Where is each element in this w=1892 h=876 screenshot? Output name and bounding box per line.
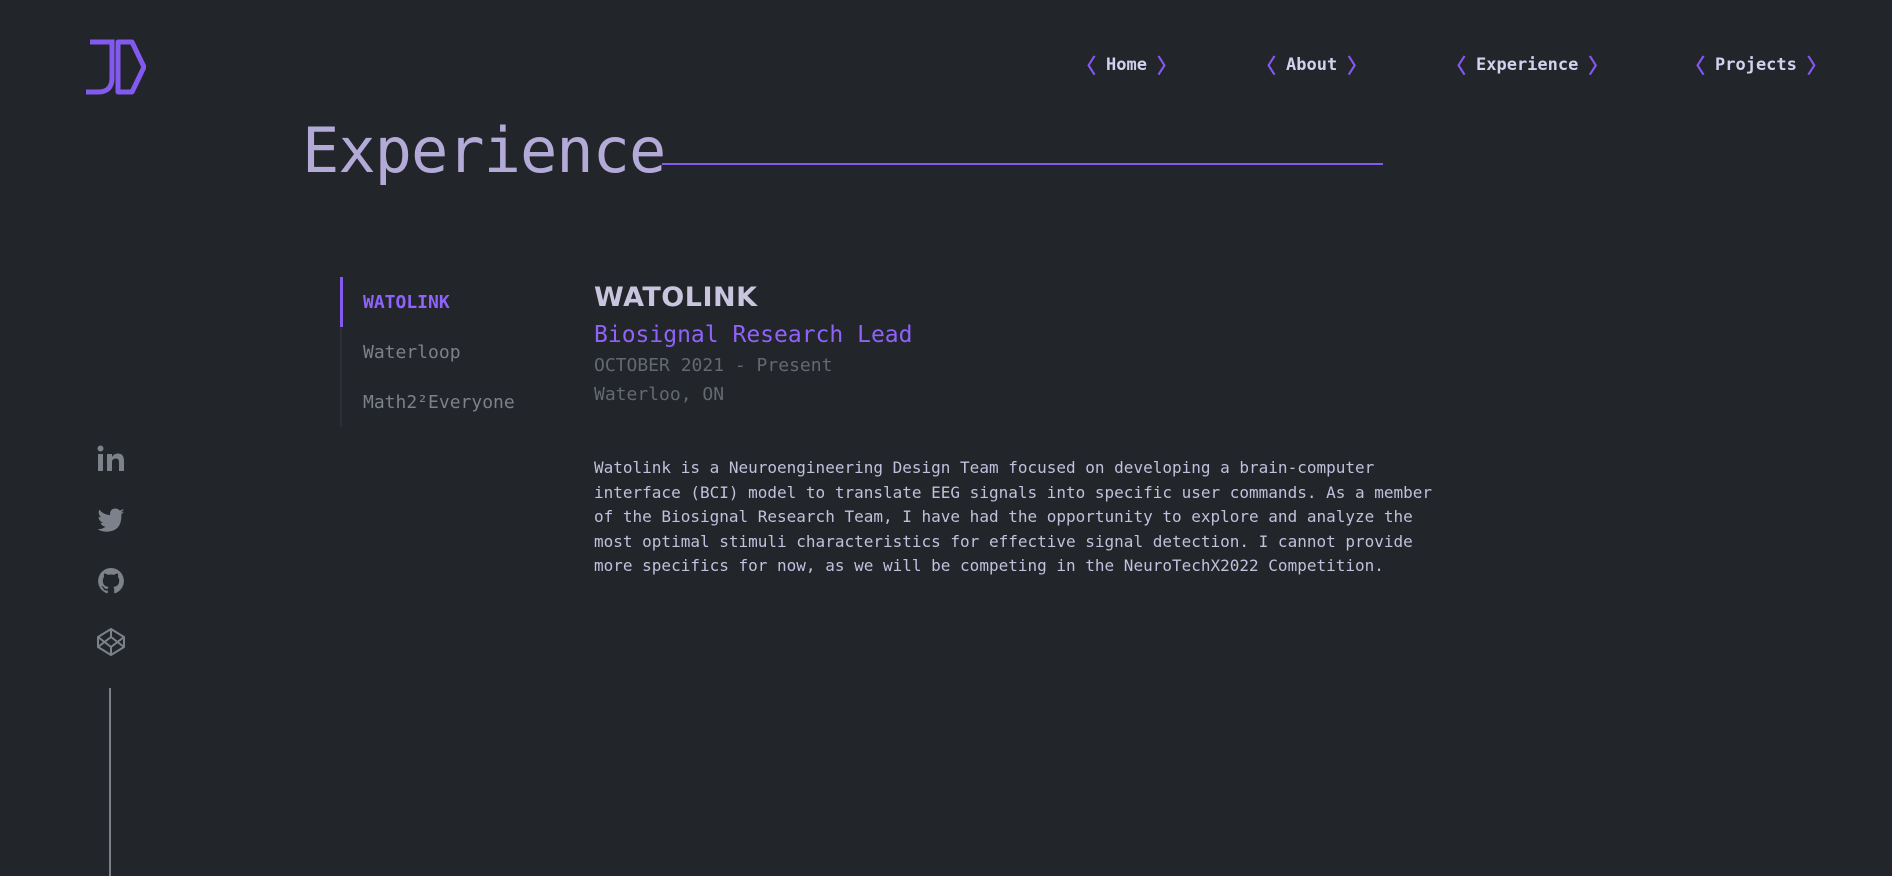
nav-projects-link[interactable]: 〈 Projects 〉 <box>1685 50 1827 79</box>
tab-waterloop[interactable]: Waterloop <box>363 342 461 363</box>
bracket-close: 〉 <box>1588 54 1609 78</box>
tab-math2everyone[interactable]: Math2²Everyone <box>363 392 515 413</box>
bracket-open: 〈 <box>1076 54 1096 78</box>
page-title: Experience <box>302 114 666 187</box>
nav-experience-link[interactable]: 〈 Experience 〉 <box>1446 50 1608 79</box>
nav-home-label: Home <box>1106 54 1147 75</box>
nav-experience-label: Experience <box>1476 54 1579 75</box>
bracket-close: 〉 <box>1806 54 1827 78</box>
nav-home-link[interactable]: 〈 Home 〉 <box>1076 50 1177 79</box>
bracket-open: 〈 <box>1446 54 1466 78</box>
jd-logo-icon[interactable] <box>82 38 146 96</box>
bracket-open: 〈 <box>1685 54 1705 78</box>
linkedin-icon[interactable] <box>96 444 126 474</box>
bracket-close: 〉 <box>1156 54 1177 78</box>
bracket-open: 〈 <box>1256 54 1276 78</box>
nav-about-label: About <box>1286 54 1338 75</box>
tab-active-indicator <box>340 277 343 327</box>
job-date: OCTOBER 2021 - Present <box>594 355 833 376</box>
bracket-close: 〉 <box>1347 54 1368 78</box>
tab-watolink[interactable]: WATOLINK <box>363 292 450 313</box>
codepen-icon[interactable] <box>96 627 126 657</box>
nav-projects-label: Projects <box>1715 54 1797 75</box>
job-role: Biosignal Research Lead <box>594 322 913 348</box>
github-icon[interactable] <box>96 566 126 596</box>
nav-about-link[interactable]: 〈 About 〉 <box>1256 50 1367 79</box>
job-description: Watolink is a Neuroengineering Design Te… <box>594 458 1433 575</box>
job-location: Waterloo, ON <box>594 384 725 405</box>
social-vertical-line <box>109 688 111 876</box>
job-company: WATOLINK <box>594 282 758 313</box>
title-divider <box>662 163 1383 165</box>
twitter-icon[interactable] <box>96 505 126 535</box>
